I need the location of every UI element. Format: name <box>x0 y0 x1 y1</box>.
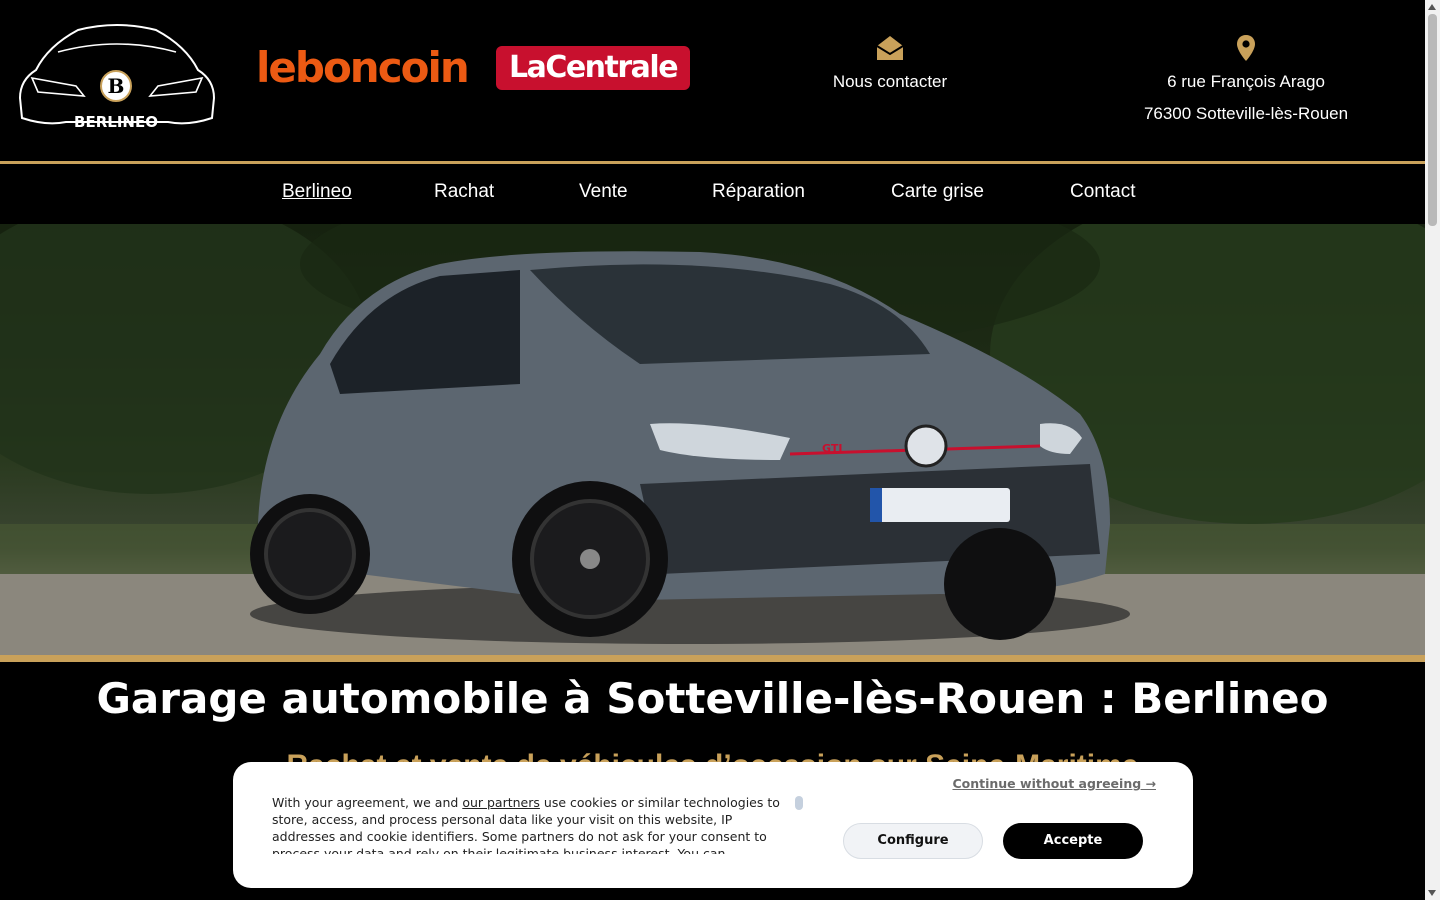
address-block: 6 rue François Arago 76300 Sotteville-lè… <box>1126 34 1366 124</box>
our-partners-link[interactable]: our partners <box>462 795 540 810</box>
nav-item-rachat[interactable]: Rachat <box>434 181 494 203</box>
page-scrollbar[interactable] <box>1425 0 1440 900</box>
continue-without-agreeing-link[interactable]: Continue without agreeing → <box>952 776 1156 791</box>
cookie-consent-banner: With your agreement, we and our partners… <box>233 762 1193 888</box>
svg-text:B: B <box>108 74 125 98</box>
scrollbar-thumb[interactable] <box>1428 14 1437 226</box>
nav-item-carte-grise[interactable]: Carte grise <box>891 181 984 203</box>
berlineo-logo[interactable]: B BERLINEO <box>18 18 216 134</box>
configure-button[interactable]: Configure <box>843 823 983 859</box>
nav-item-reparation[interactable]: Réparation <box>712 181 805 203</box>
address-street: 6 rue François Arago <box>1167 72 1325 91</box>
cookie-text-before: With your agreement, we and <box>272 795 459 810</box>
nav-item-vente[interactable]: Vente <box>579 181 628 203</box>
main-nav: Berlineo Rachat Vente Réparation Carte g… <box>0 164 1425 224</box>
nav-item-contact[interactable]: Contact <box>1070 181 1135 203</box>
leboncoin-logo[interactable]: leboncoin <box>256 42 470 94</box>
contact-label: Nous contacter <box>832 72 948 91</box>
accept-button[interactable]: Accepte <box>1003 823 1143 859</box>
svg-text:BERLINEO: BERLINEO <box>74 113 158 131</box>
hero-car-illustration: GTI <box>0 224 1425 655</box>
envelope-open-icon <box>876 36 904 60</box>
page-title: Garage automobile à Sotteville-lès-Rouen… <box>96 674 1329 723</box>
nav-item-berlineo[interactable]: Berlineo <box>282 181 352 203</box>
hero-image: GTI <box>0 224 1425 655</box>
car-outline-logo-icon: B BERLINEO <box>18 24 216 131</box>
contact-link[interactable]: Nous contacter <box>810 34 970 92</box>
address-city: 76300 Sotteville-lès-Rouen <box>1143 104 1349 123</box>
scroll-down-arrow-icon[interactable] <box>1428 890 1436 896</box>
lacentrale-logo[interactable]: LaCentrale <box>496 46 690 90</box>
cookie-consent-text: With your agreement, we and our partners… <box>272 794 792 854</box>
scroll-up-arrow-icon[interactable] <box>1428 4 1436 10</box>
cookie-text-scrollbar[interactable] <box>795 796 803 810</box>
hero-divider <box>0 655 1425 662</box>
map-pin-icon <box>1237 35 1255 61</box>
svg-text:GTI: GTI <box>822 442 842 455</box>
site-header: B BERLINEO leboncoin LaCentrale Nous con… <box>0 0 1425 162</box>
